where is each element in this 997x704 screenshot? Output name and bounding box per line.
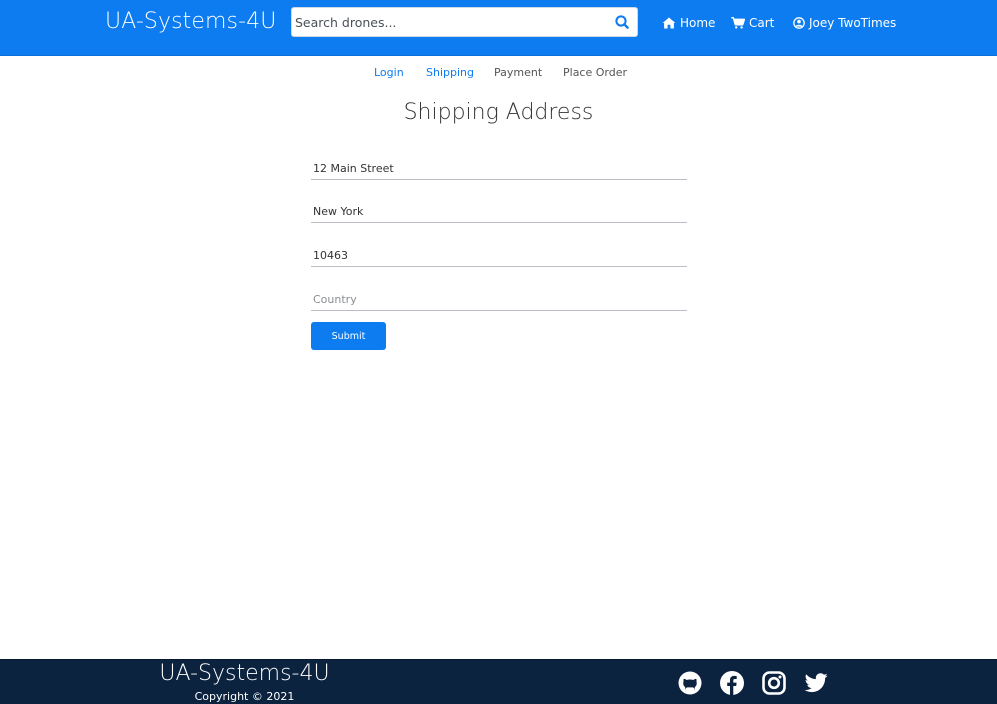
github-link[interactable] — [677, 670, 703, 696]
footer: UA-Systems-4U Copyright © 2021 — [0, 659, 997, 704]
nav-home-label: Home — [680, 16, 716, 30]
nav-user-label: Joey TwoTimes — [809, 16, 897, 30]
footer-brand: UA-Systems-4U — [159, 661, 330, 686]
instagram-icon — [762, 671, 786, 695]
step-shipping[interactable]: Shipping — [426, 66, 474, 79]
nav-cart-link[interactable]: Cart — [731, 14, 774, 32]
nav-cart-label: Cart — [749, 16, 775, 30]
navbar: UA-Systems-4U Home Cart Joey T — [0, 0, 997, 56]
cart-icon — [731, 17, 745, 29]
search-form — [291, 7, 638, 37]
user-circle-icon — [793, 17, 805, 29]
search-button[interactable] — [611, 12, 633, 32]
twitter-icon — [804, 673, 828, 693]
footer-copyright: Copyright © 2021 — [194, 690, 295, 703]
nav-home-link[interactable]: Home — [662, 14, 715, 32]
address-field[interactable] — [311, 158, 687, 180]
facebook-icon — [720, 671, 744, 695]
submit-button[interactable]: Submit — [311, 322, 386, 350]
github-icon — [678, 671, 702, 695]
search-icon — [615, 15, 629, 29]
search-input[interactable] — [293, 9, 603, 35]
twitter-link[interactable] — [803, 670, 829, 696]
checkout-steps: Login Shipping Payment Place Order — [0, 66, 997, 82]
city-field[interactable] — [311, 201, 687, 223]
facebook-link[interactable] — [719, 670, 745, 696]
postal-code-field[interactable] — [311, 245, 687, 267]
step-place-order: Place Order — [563, 66, 628, 79]
page-title: Shipping Address — [403, 100, 594, 125]
nav-user-link[interactable]: Joey TwoTimes — [793, 14, 896, 32]
instagram-link[interactable] — [761, 670, 787, 696]
home-icon — [662, 17, 676, 29]
country-field[interactable] — [311, 289, 687, 311]
brand-logo[interactable]: UA-Systems-4U — [105, 9, 276, 34]
step-payment: Payment — [494, 66, 543, 79]
step-login[interactable]: Login — [374, 66, 404, 79]
